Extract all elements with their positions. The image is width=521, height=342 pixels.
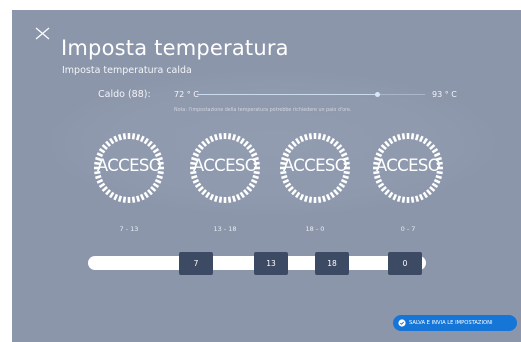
save-button-label: SALVA E INVIA LE IMPOSTAZIONI xyxy=(409,320,493,326)
dial-status: ACCESO xyxy=(96,156,162,175)
temperature-label: Caldo (88): xyxy=(98,89,151,100)
schedule-dial[interactable]: ACCESO xyxy=(187,130,263,206)
schedule-dial[interactable]: ACCESO xyxy=(277,130,353,206)
dial-status: ACCESO xyxy=(375,156,441,175)
page-subtitle: Imposta temperatura calda xyxy=(62,65,192,76)
screen: Imposta temperatura Imposta temperatura … xyxy=(0,0,521,342)
save-and-send-button[interactable]: SALVA E INVIA LE IMPOSTAZIONI xyxy=(393,315,517,331)
dial-status: ACCESO xyxy=(192,156,258,175)
timeline-marker[interactable]: 0 xyxy=(388,252,422,275)
slider-fill xyxy=(197,94,378,95)
page-title: Imposta temperatura xyxy=(61,36,289,60)
temperature-min: 72 ° C xyxy=(174,90,199,99)
timeline-marker[interactable]: 18 xyxy=(315,252,349,275)
close-icon xyxy=(35,27,50,40)
dial-time-range: 0 - 7 xyxy=(400,225,416,233)
temperature-max: 93 ° C xyxy=(432,90,457,99)
check-circle-icon xyxy=(398,319,406,327)
temperature-settings-panel: Imposta temperatura Imposta temperatura … xyxy=(12,10,521,342)
dial-time-range: 7 - 13 xyxy=(119,225,139,233)
schedule-dial[interactable]: ACCESO xyxy=(370,130,446,206)
dial-time-range: 18 - 0 xyxy=(305,225,325,233)
dial-status: ACCESO xyxy=(282,156,348,175)
schedule-dial[interactable]: ACCESO xyxy=(91,130,167,206)
dial-time-range: 13 - 18 xyxy=(213,225,237,233)
timeline-marker[interactable]: 13 xyxy=(254,252,288,275)
temperature-slider[interactable] xyxy=(197,92,425,97)
timeline-marker[interactable]: 7 xyxy=(179,252,213,275)
temperature-note: Nota: l'impostazione della temperatura p… xyxy=(174,108,352,113)
close-button[interactable] xyxy=(34,24,52,42)
